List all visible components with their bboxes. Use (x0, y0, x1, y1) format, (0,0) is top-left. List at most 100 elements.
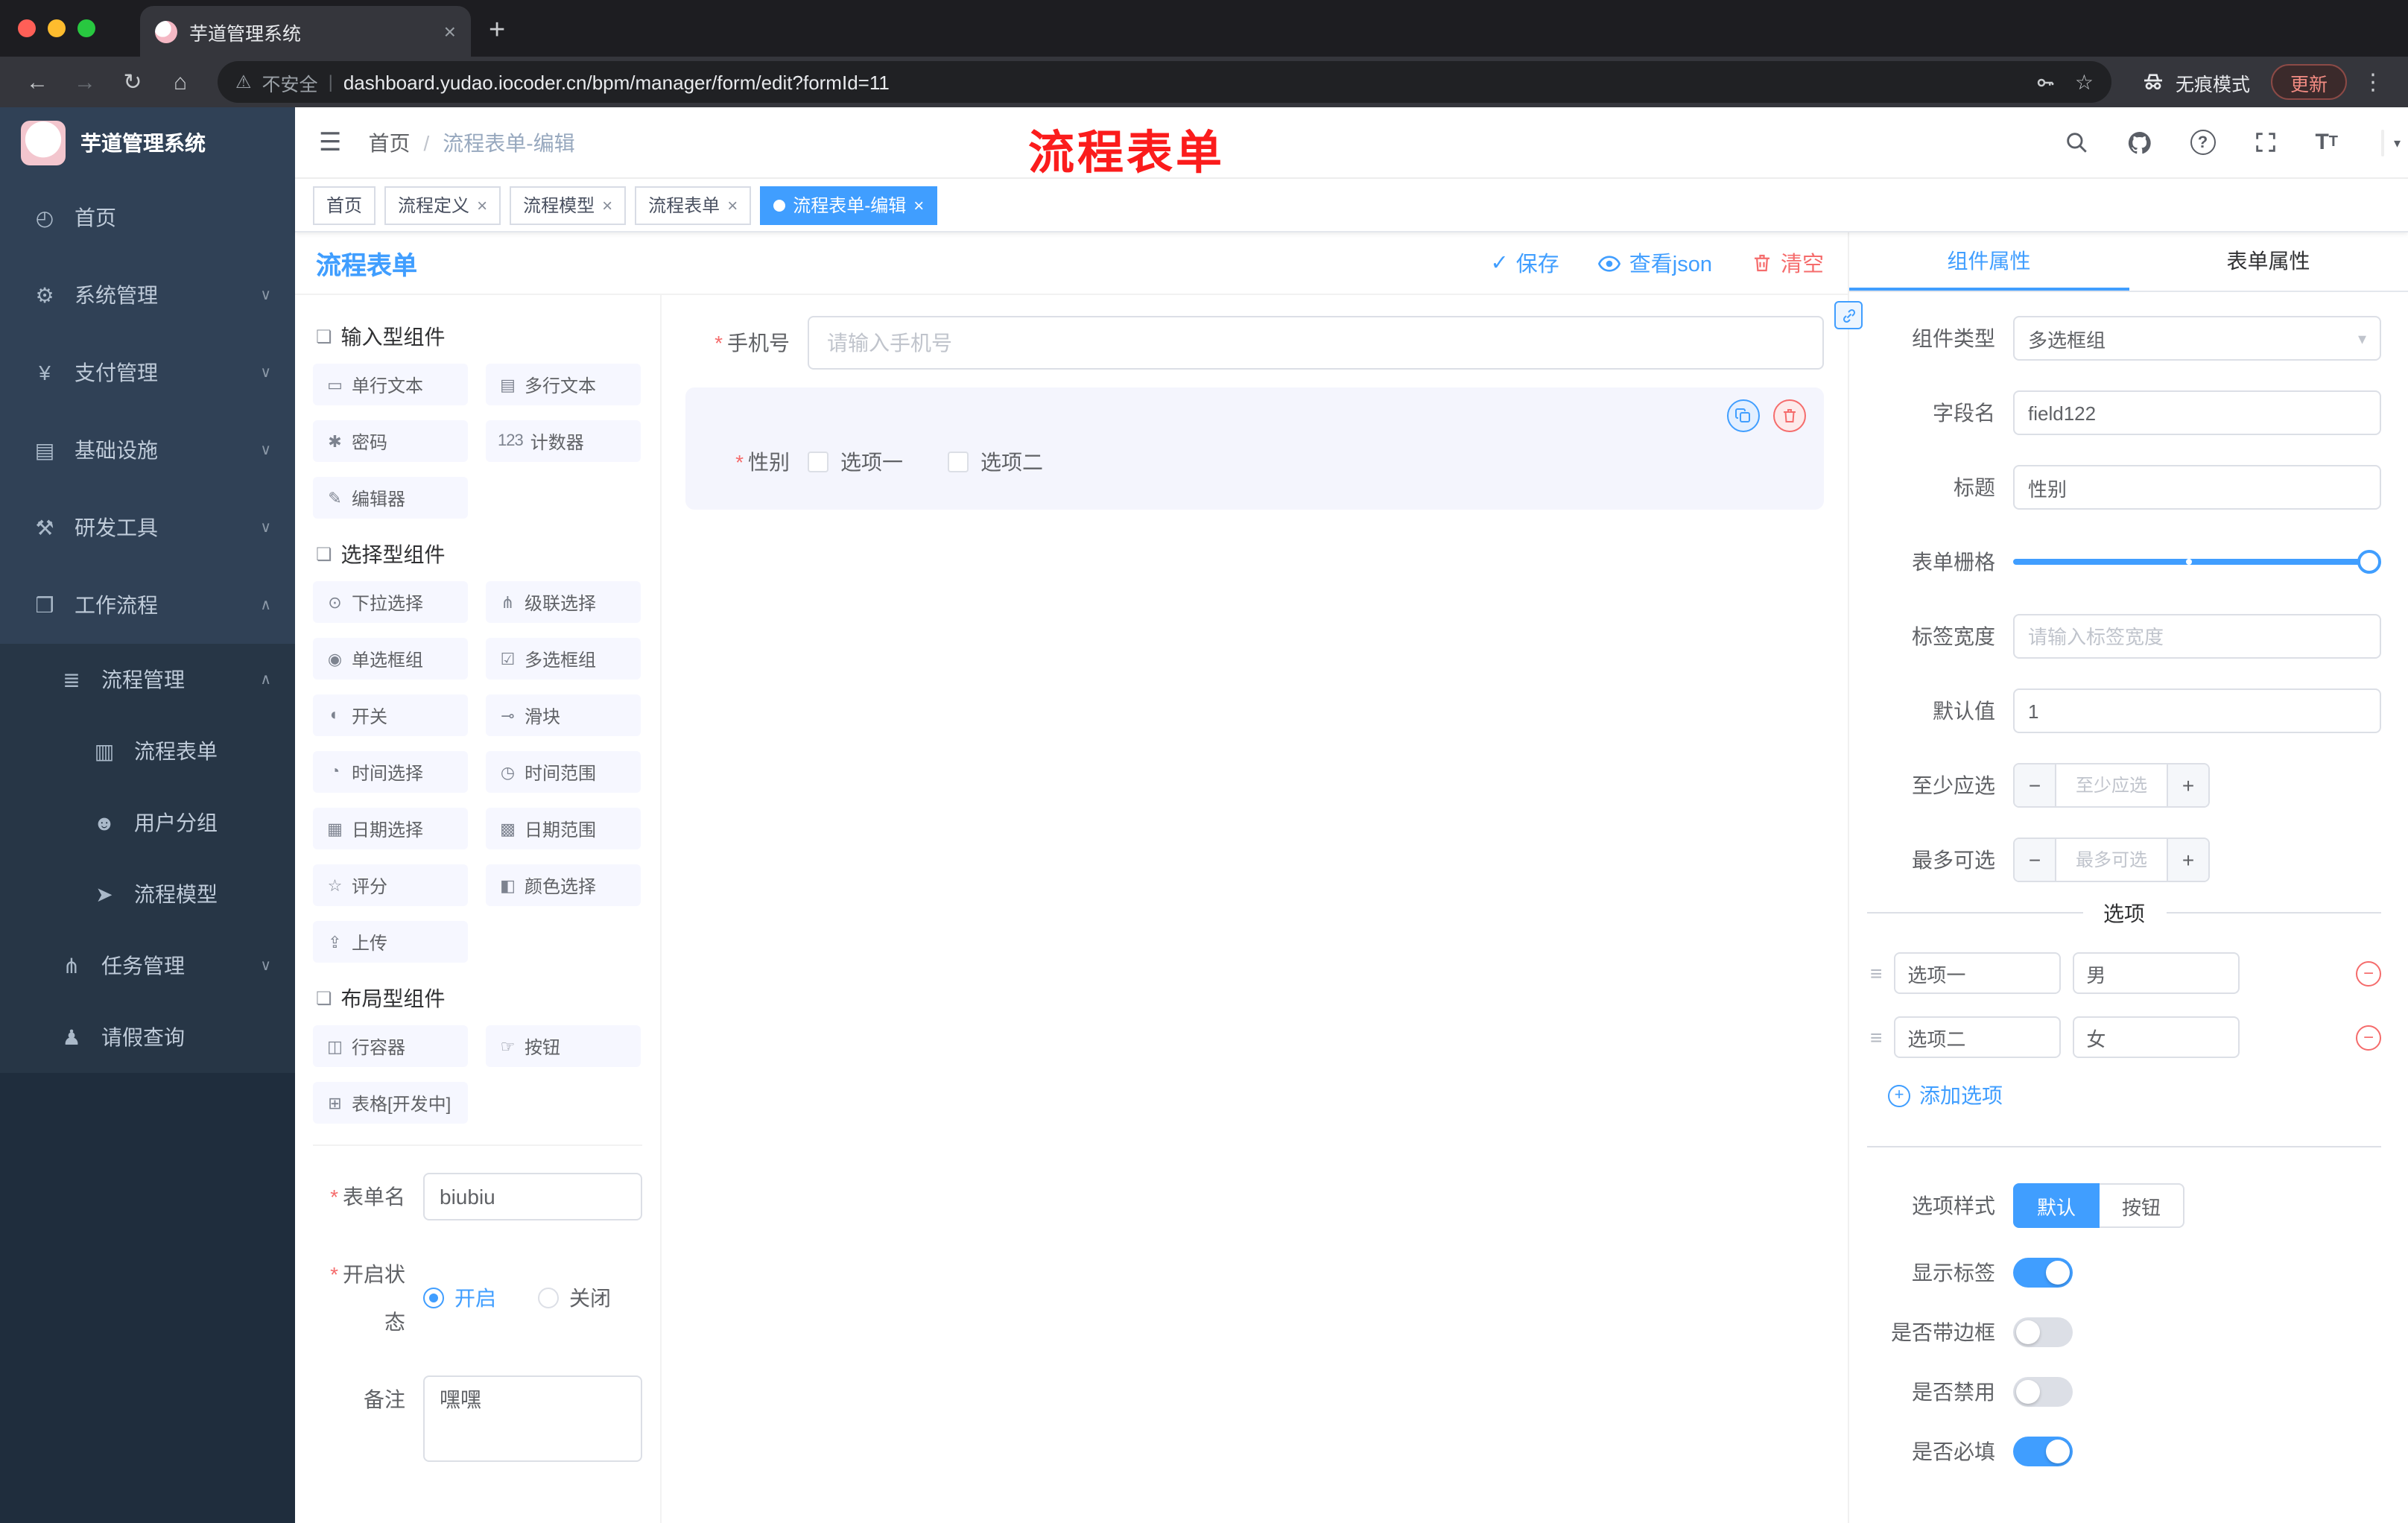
option1-value-input[interactable] (2073, 952, 2240, 994)
add-option-button[interactable]: + 添加选项 (1867, 1080, 2381, 1110)
status-off-radio[interactable]: 关闭 (538, 1283, 611, 1313)
palette-item-row-container[interactable]: ◫ 行容器 (313, 1025, 468, 1067)
update-button[interactable]: 更新 (2270, 64, 2347, 100)
title-input[interactable] (2013, 465, 2381, 510)
palette-item-date-picker[interactable]: ▦ 日期选择 (313, 808, 468, 849)
copy-widget-button[interactable] (1727, 399, 1760, 432)
form-name-input[interactable] (423, 1173, 642, 1220)
sidebar-item-devtools[interactable]: ⚒ 研发工具 ∨ (0, 489, 295, 566)
palette-item-time-range[interactable]: ◷ 时间范围 (486, 751, 641, 793)
palette-item-upload[interactable]: ⇪ 上传 (313, 921, 468, 963)
close-icon[interactable]: × (913, 194, 924, 215)
password-key-icon[interactable] (2035, 71, 2057, 93)
reload-icon[interactable]: ↻ (113, 69, 152, 95)
user-avatar[interactable]: ▾ (2381, 129, 2401, 156)
field-name-input[interactable] (2013, 390, 2381, 435)
home-icon[interactable]: ⌂ (161, 69, 200, 95)
back-icon[interactable]: ← (18, 69, 57, 95)
tag-process-form[interactable]: 流程表单 × (635, 186, 752, 224)
palette-item-password[interactable]: ✱ 密码 (313, 420, 468, 462)
gender-option2-checkbox[interactable]: 选项二 (948, 447, 1043, 477)
disabled-switch[interactable] (2013, 1377, 2073, 1407)
hamburger-icon[interactable]: ☰ (319, 127, 342, 157)
clear-button[interactable]: 清空 (1751, 247, 1824, 279)
form-canvas[interactable]: 手机号 (662, 295, 1848, 1523)
window-zoom-button[interactable] (77, 19, 95, 37)
font-size-icon[interactable]: TT (2315, 130, 2338, 155)
tab-form-props[interactable]: 表单属性 (2129, 232, 2408, 291)
browser-tab[interactable]: 芋道管理系统 × (140, 6, 471, 57)
palette-item-cascader[interactable]: ⋔ 级联选择 (486, 581, 641, 623)
forward-icon[interactable]: → (66, 69, 104, 95)
tab-close-icon[interactable]: × (444, 19, 456, 43)
palette-item-single-line-text[interactable]: ▭ 单行文本 (313, 364, 468, 405)
browser-menu-icon[interactable]: ⋮ (2356, 69, 2390, 95)
remove-option-button[interactable]: − (2356, 1025, 2381, 1050)
palette-item-rate[interactable]: ☆ 评分 (313, 864, 468, 906)
sidebar-item-infrastructure[interactable]: ▤ 基础设施 ∨ (0, 411, 295, 489)
label-width-input[interactable] (2013, 614, 2381, 659)
help-icon[interactable]: ? (2190, 130, 2216, 155)
decrease-button[interactable]: − (2015, 764, 2056, 806)
component-type-select[interactable]: 多选框组 ▾ (2013, 316, 2381, 361)
close-icon[interactable]: × (727, 194, 738, 215)
decrease-button[interactable]: − (2015, 839, 2056, 881)
palette-item-editor[interactable]: ✎ 编辑器 (313, 477, 468, 519)
status-on-radio[interactable]: 开启 (423, 1283, 496, 1313)
sidebar-item-leave-query[interactable]: ♟ 请假查询 (0, 1001, 295, 1073)
option1-label-input[interactable] (1894, 952, 2062, 994)
palette-item-radio-group[interactable]: ◉ 单选框组 (313, 638, 468, 680)
drag-handle-icon[interactable]: ≡ (1870, 961, 1882, 985)
palette-item-multi-line-text[interactable]: ▤ 多行文本 (486, 364, 641, 405)
tab-component-props[interactable]: 组件属性 (1849, 232, 2129, 291)
sidebar-item-system[interactable]: ⚙ 系统管理 ∨ (0, 256, 295, 334)
save-button[interactable]: ✓ 保存 (1490, 247, 1559, 279)
sidebar-item-process-model[interactable]: ➤ 流程模型 (0, 858, 295, 930)
phone-field-input[interactable] (808, 316, 1824, 370)
sidebar-logo[interactable]: 芋道管理系统 (0, 107, 295, 179)
palette-item-time-picker[interactable]: ◔ 时间选择 (313, 751, 468, 793)
sidebar-item-process-management[interactable]: ≣ 流程管理 ∧ (0, 644, 295, 715)
github-icon[interactable] (2126, 129, 2152, 156)
slider-handle[interactable] (2357, 550, 2381, 574)
option2-value-input[interactable] (2073, 1016, 2240, 1058)
style-button-button[interactable]: 按钮 (2100, 1183, 2185, 1228)
delete-widget-button[interactable] (1773, 399, 1806, 432)
tag-home[interactable]: 首页 (313, 186, 376, 224)
breadcrumb-home[interactable]: 首页 (369, 127, 411, 157)
phone-field-row[interactable]: 手机号 (685, 316, 1824, 370)
palette-item-checkbox-group[interactable]: ☑ 多选框组 (486, 638, 641, 680)
palette-item-date-range[interactable]: ▩ 日期范围 (486, 808, 641, 849)
remove-option-button[interactable]: − (2356, 960, 2381, 986)
sidebar-item-task-management[interactable]: ⋔ 任务管理 ∨ (0, 930, 295, 1001)
sidebar-item-home[interactable]: ◴ 首页 (0, 179, 295, 256)
close-icon[interactable]: × (477, 194, 487, 215)
palette-item-switch[interactable]: ◐ 开关 (313, 694, 468, 736)
close-icon[interactable]: × (602, 194, 612, 215)
style-default-button[interactable]: 默认 (2013, 1183, 2100, 1228)
palette-item-color-picker[interactable]: ◧ 颜色选择 (486, 864, 641, 906)
palette-item-slider[interactable]: ⊸ 滑块 (486, 694, 641, 736)
gender-option1-checkbox[interactable]: 选项一 (808, 447, 903, 477)
drag-handle-icon[interactable]: ≡ (1870, 1025, 1882, 1049)
window-minimize-button[interactable] (48, 19, 66, 37)
selected-widget-gender[interactable]: 性别 选项一 选项二 (685, 387, 1824, 510)
address-bar[interactable]: ⚠ 不安全 | dashboard.yudao.iocoder.cn/bpm/m… (218, 61, 2111, 103)
border-switch[interactable] (2013, 1317, 2073, 1347)
tag-process-form-edit[interactable]: 流程表单-编辑 × (760, 186, 938, 224)
new-tab-button[interactable]: + (471, 15, 526, 57)
sidebar-item-payment[interactable]: ¥ 支付管理 ∨ (0, 334, 295, 411)
palette-item-button[interactable]: ☞ 按钮 (486, 1025, 641, 1067)
view-json-button[interactable]: 查看json (1598, 247, 1712, 279)
palette-item-counter[interactable]: 123 计数器 (486, 420, 641, 462)
sidebar-item-process-form[interactable]: ▥ 流程表单 (0, 715, 295, 787)
window-close-button[interactable] (18, 19, 36, 37)
gender-field-row[interactable]: 性别 选项一 选项二 (685, 447, 1803, 477)
palette-item-table[interactable]: ⊞ 表格[开发中] (313, 1082, 468, 1124)
increase-button[interactable]: + (2167, 839, 2208, 881)
search-icon[interactable] (2063, 130, 2088, 155)
required-switch[interactable] (2013, 1437, 2073, 1466)
option2-label-input[interactable] (1894, 1016, 2062, 1058)
tag-process-model[interactable]: 流程模型 × (510, 186, 627, 224)
show-label-switch[interactable] (2013, 1258, 2073, 1288)
